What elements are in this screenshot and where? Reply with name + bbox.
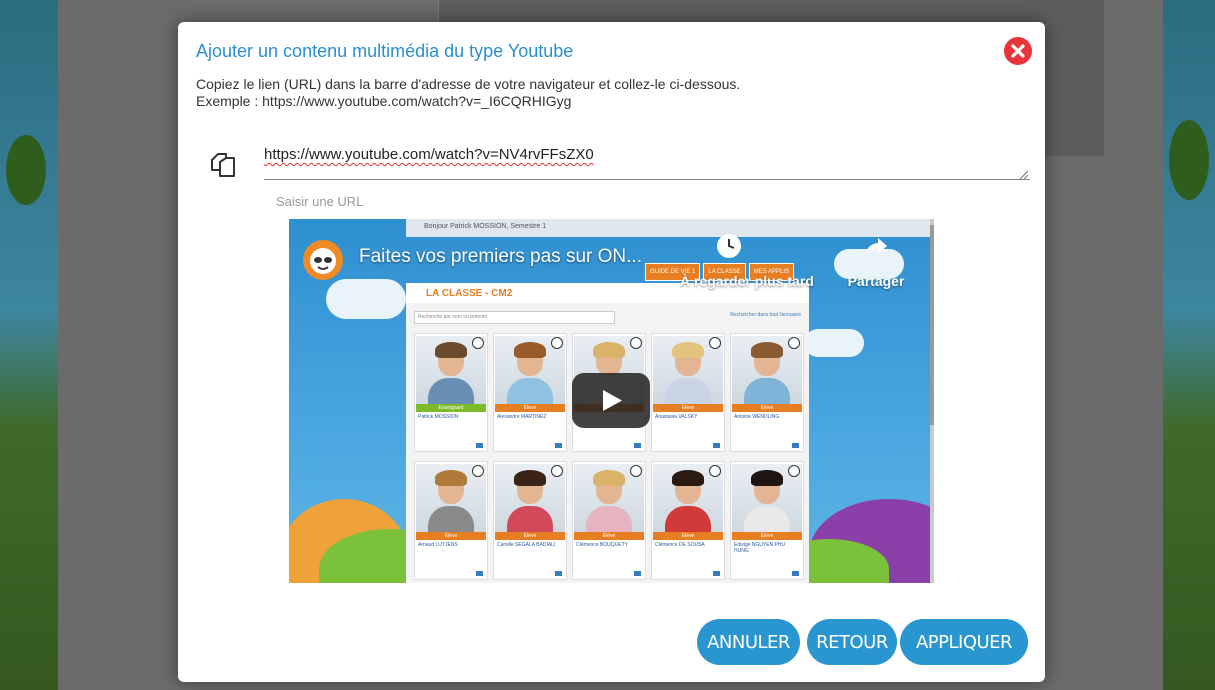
panda-icon [551, 465, 563, 477]
student-shirt [507, 506, 553, 532]
student-card: Élève Camille SEGALA BADIALI [493, 461, 567, 580]
student-role: Enseignant [416, 404, 486, 412]
student-role: Élève [732, 532, 802, 540]
background-scenery-right [1163, 0, 1215, 690]
back-button[interactable]: RETOUR [807, 619, 897, 665]
student-name: Anastasia VALSKY [655, 414, 698, 420]
student-card: Élève Clémence BOUQUETY [572, 461, 646, 580]
student-card: Élève Antoine WENDLING [730, 333, 804, 452]
student-shirt [744, 506, 790, 532]
student-name: Patrick MOSSION [418, 414, 459, 420]
video-scrollbar-thumb [930, 225, 934, 425]
share-label: Partager [847, 273, 905, 289]
student-role: Élève [416, 532, 486, 540]
mail-icon [555, 571, 562, 576]
student-role: Élève [653, 404, 723, 412]
copy-icon[interactable] [204, 146, 240, 182]
background-scenery-left [0, 0, 58, 690]
student-card: Élève Anastasia VALSKY [651, 333, 725, 452]
student-name: Arnaud LUTJENS [418, 542, 458, 548]
student-shirt [665, 506, 711, 532]
video-app-title: LA CLASSE - CM2 [426, 288, 513, 299]
student-role: Élève [653, 532, 723, 540]
video-app-search: Recherche par nom ou prénom [414, 311, 615, 324]
mail-icon [713, 443, 720, 448]
student-shirt [428, 506, 474, 532]
student-hair [593, 470, 625, 486]
student-shirt [428, 378, 474, 404]
apply-button[interactable]: APPLIQUER [900, 619, 1028, 665]
youtube-media-dialog: Ajouter un contenu multimédia du type Yo… [178, 22, 1045, 682]
panda-icon [472, 465, 484, 477]
student-name: Camille SEGALA BADIALI [497, 542, 556, 548]
student-shirt [744, 378, 790, 404]
instruction-text: Copiez le lien (URL) dans la barre d'adr… [196, 76, 741, 92]
student-card: Élève Edwige NGUYEN PHU HUNG [730, 461, 804, 580]
panda-icon [788, 465, 800, 477]
student-shirt [665, 378, 711, 404]
student-role: Élève [732, 404, 802, 412]
video-app-panel: LA CLASSE - CM2 Recherche par nom ou pré… [406, 283, 809, 583]
student-hair [751, 470, 783, 486]
mail-icon [476, 571, 483, 576]
student-name: Alexandre MARTINEZ [497, 414, 547, 420]
mail-icon [792, 571, 799, 576]
student-hair [751, 342, 783, 358]
student-hair [672, 342, 704, 358]
video-app-search-link: Rechercher dans tout l'annuaire [730, 312, 801, 318]
cancel-button[interactable]: ANNULER [697, 619, 800, 665]
student-name: Edwige NGUYEN PHU HUNG [734, 542, 786, 554]
student-hair [672, 470, 704, 486]
close-icon[interactable] [1004, 37, 1032, 65]
play-button[interactable] [572, 373, 650, 428]
student-name: Clémence BOUQUETY [576, 542, 628, 548]
mail-icon [713, 571, 720, 576]
panda-icon [709, 337, 721, 349]
student-card: Élève Arnaud LUTJENS [414, 461, 488, 580]
student-shirt [586, 506, 632, 532]
mail-icon [634, 443, 641, 448]
student-hair [435, 470, 467, 486]
student-role: Élève [574, 532, 644, 540]
student-card: Élève Alexandre MARTINEZ [493, 333, 567, 452]
dialog-instructions: Copiez le lien (URL) dans la barre d'adr… [196, 76, 740, 110]
url-field-label: Saisir une URL [276, 194, 364, 209]
student-hair [514, 470, 546, 486]
student-card: Enseignant Patrick MOSSION [414, 333, 488, 452]
panda-icon [788, 337, 800, 349]
student-role: Élève [495, 532, 565, 540]
video-app-greeting: Bonjour Patrick MOSSION, Semestre 1 [424, 223, 547, 230]
student-name: Clémence DE SOUSA [655, 542, 705, 548]
panda-icon [472, 337, 484, 349]
mail-icon [555, 443, 562, 448]
mail-icon [476, 443, 483, 448]
student-shirt [507, 378, 553, 404]
student-name: Antoine WENDLING [734, 414, 780, 420]
play-icon [603, 390, 622, 411]
panda-icon [709, 465, 721, 477]
example-text: Exemple : https://www.youtube.com/watch?… [196, 93, 572, 109]
mail-icon [634, 571, 641, 576]
resize-handle[interactable] [1018, 169, 1028, 179]
video-app-topbar: Bonjour Patrick MOSSION, Semestre 1 [406, 219, 934, 237]
student-role: Élève [495, 404, 565, 412]
channel-avatar[interactable] [303, 240, 343, 280]
url-input[interactable]: https://www.youtube.com/watch?v=NV4rvFFs… [264, 140, 1030, 180]
student-hair [514, 342, 546, 358]
panda-icon [551, 337, 563, 349]
student-card: Élève Clémence DE SOUSA [651, 461, 725, 580]
panda-icon [630, 465, 642, 477]
share-arrow-icon [865, 238, 887, 256]
panda-icon [630, 337, 642, 349]
video-title[interactable]: Faites vos premiers pas sur ON... [359, 246, 642, 268]
watch-later-label: À regarder plus tard [680, 273, 814, 289]
youtube-video-preview[interactable]: Bonjour Patrick MOSSION, Semestre 1 LA C… [289, 219, 934, 583]
clock-icon [717, 234, 741, 258]
student-hair [593, 342, 625, 358]
student-hair [435, 342, 467, 358]
dialog-title: Ajouter un contenu multimédia du type Yo… [196, 41, 574, 61]
mail-icon [792, 443, 799, 448]
